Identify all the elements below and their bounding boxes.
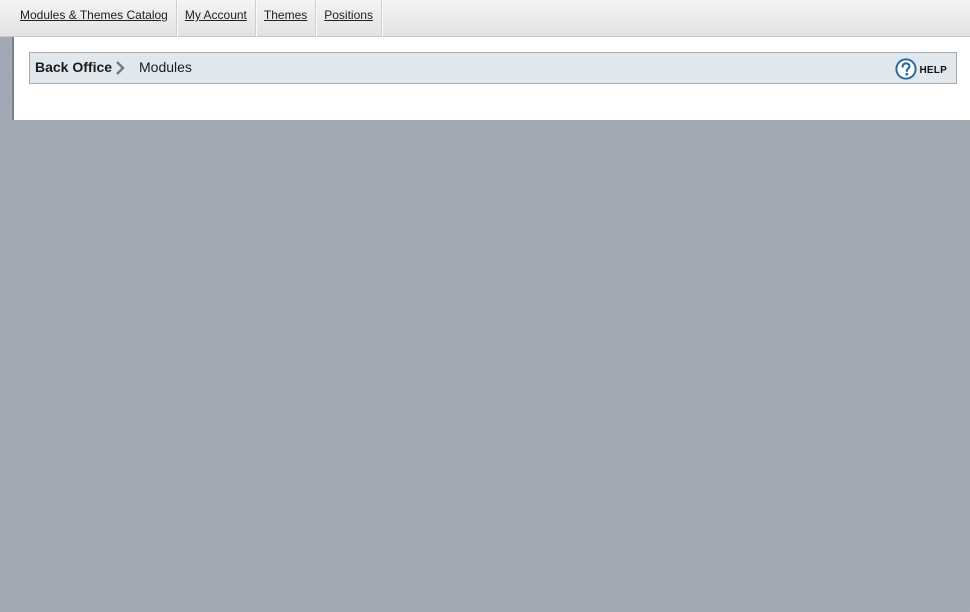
positions-link[interactable]: Positions [324, 8, 373, 22]
chevron-right-icon [116, 61, 125, 75]
top-navigation: Modules & Themes Catalog My Account Them… [0, 0, 970, 37]
breadcrumb-current: Modules [139, 59, 192, 75]
top-nav-item-catalog: Modules & Themes Catalog [12, 0, 177, 37]
top-nav-item-account: My Account [177, 0, 256, 37]
my-account-link[interactable]: My Account [185, 8, 247, 22]
themes-link[interactable]: Themes [264, 8, 307, 22]
modules-themes-catalog-link[interactable]: Modules & Themes Catalog [20, 8, 168, 22]
breadcrumb-root[interactable]: Back Office [35, 59, 112, 75]
content-panel: Back Office Modules HELP [12, 37, 970, 120]
help-label: HELP [919, 64, 947, 76]
top-nav-item-positions: Positions [316, 0, 382, 37]
top-nav-list: Modules & Themes Catalog My Account Them… [12, 0, 382, 37]
breadcrumb: Back Office Modules HELP [29, 52, 957, 84]
page: Modules & Themes Catalog My Account Them… [0, 0, 970, 612]
help-button[interactable]: HELP [894, 57, 947, 80]
question-circle-icon [894, 57, 917, 80]
top-nav-item-themes: Themes [256, 0, 317, 37]
